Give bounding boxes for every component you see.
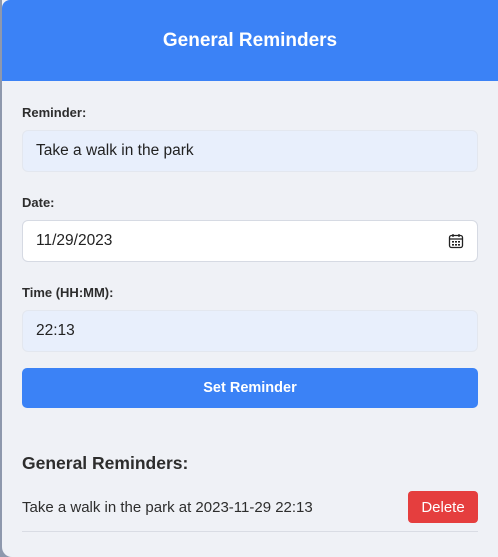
reminder-item-text: Take a walk in the park at 2023-11-29 22… — [22, 498, 313, 516]
app-header: General Reminders — [2, 0, 498, 81]
date-label: Date: — [22, 195, 55, 210]
time-input[interactable]: 22:13 — [22, 310, 478, 352]
set-reminder-button[interactable]: Set Reminder — [22, 368, 478, 408]
reminder-form: Reminder: Take a walk in the park Date: … — [2, 105, 498, 532]
delete-button[interactable]: Delete — [408, 491, 478, 523]
date-input[interactable]: 11/29/2023 — [22, 220, 478, 262]
time-input-value: 22:13 — [36, 322, 75, 339]
reminder-input[interactable]: Take a walk in the park — [22, 130, 478, 172]
reminders-card: General Reminders Reminder: Take a walk … — [2, 0, 498, 557]
time-label: Time (HH:MM): — [22, 285, 114, 300]
reminder-label: Reminder: — [22, 105, 87, 120]
reminders-list-title: General Reminders: — [22, 453, 189, 473]
calendar-icon[interactable] — [448, 233, 464, 249]
page-title: General Reminders — [162, 29, 338, 51]
window-frame: General Reminders Reminder: Take a walk … — [0, 0, 498, 557]
list-item: Take a walk in the park at 2023-11-29 22… — [22, 491, 478, 532]
date-input-value: 11/29/2023 — [36, 232, 113, 249]
reminder-input-value: Take a walk in the park — [36, 142, 194, 159]
